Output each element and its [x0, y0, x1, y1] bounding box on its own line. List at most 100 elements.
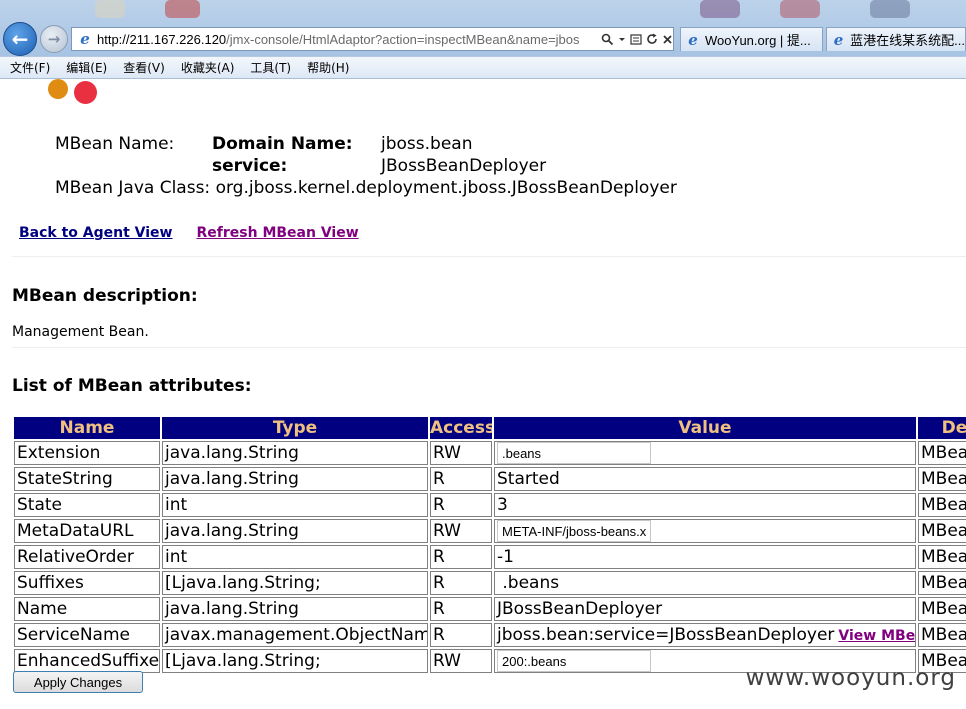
attr-type: java.lang.String [162, 597, 428, 621]
address-actions [601, 33, 673, 46]
forward-button[interactable]: → [40, 25, 68, 53]
domain-name-key: Domain Name: [212, 134, 353, 154]
back-to-agent-link[interactable]: Back to Agent View [19, 225, 173, 241]
menu-edit[interactable]: 编辑(E) [58, 59, 115, 76]
back-button[interactable]: ← [3, 22, 37, 56]
service-key: service: [212, 156, 288, 176]
attr-type: javax.management.ObjectName [162, 623, 428, 647]
table-row: Suffixes [Ljava.lang.String; R .beans MB… [14, 571, 966, 595]
dropdown-icon[interactable] [618, 33, 626, 46]
attr-type: java.lang.String [162, 467, 428, 491]
logo-orange-dot [48, 79, 68, 99]
attr-type: [Ljava.lang.String; [162, 571, 428, 595]
menu-view[interactable]: 查看(V) [115, 59, 173, 76]
java-class-row: MBean Java Class: org.jboss.kernel.deplo… [55, 177, 677, 199]
refresh-mbean-link[interactable]: Refresh MBean View [197, 225, 359, 241]
mbean-name-label: MBean Name: [55, 134, 175, 154]
table-row: StateString java.lang.String R Started M… [14, 467, 966, 491]
attr-access: R [430, 467, 492, 491]
col-header-access: Access [430, 417, 492, 439]
service-row: service: JBossBeanDeployer [55, 155, 677, 177]
table-header: Name Type Access Value De [14, 417, 966, 439]
background-blur [780, 0, 820, 18]
attr-name: RelativeOrder [14, 545, 160, 569]
attr-name: StateString [14, 467, 160, 491]
table-row: RelativeOrder int R -1 MBean [14, 545, 966, 569]
attr-type: int [162, 493, 428, 517]
metadata-url-input[interactable] [497, 520, 651, 542]
attr-name: Suffixes [14, 571, 160, 595]
attr-value-cell [494, 519, 916, 543]
browser-tab-wooyun[interactable]: e WooYun.org | 提... [680, 27, 823, 51]
attr-name: State [14, 493, 160, 517]
service-value: JBossBeanDeployer [381, 156, 547, 176]
attr-description: MBean [918, 571, 966, 595]
attr-value: .beans [494, 571, 916, 595]
compat-view-icon[interactable] [630, 33, 642, 46]
nav-links: Back to Agent View Refresh MBean View [19, 225, 359, 241]
attr-description: MBean [918, 623, 966, 647]
attr-description: MBean [918, 597, 966, 621]
address-bar[interactable]: e http://211.167.226.120/jmx-console/Htm… [71, 27, 674, 51]
attr-value: 3 [494, 493, 916, 517]
attr-access: RW [430, 649, 492, 673]
arrow-left-icon: ← [11, 27, 29, 51]
refresh-icon[interactable] [646, 33, 658, 46]
attr-name: EnhancedSuffixes [14, 649, 160, 673]
background-blur [165, 0, 200, 18]
attr-value: jboss.bean:service=JBossBeanDeployer [497, 625, 835, 645]
attr-description: MBean [918, 467, 966, 491]
url-text[interactable]: http://211.167.226.120/jmx-console/HtmlA… [97, 32, 599, 47]
attr-access: RW [430, 519, 492, 543]
attr-access: R [430, 545, 492, 569]
attr-value-cell: jboss.bean:service=JBossBeanDeployer View… [494, 623, 916, 647]
attr-access: RW [430, 441, 492, 465]
table-row: Extension java.lang.String RW MBean [14, 441, 966, 465]
attr-value: JBossBeanDeployer [494, 597, 916, 621]
enhanced-suffixes-input[interactable] [497, 650, 651, 672]
attr-type: int [162, 545, 428, 569]
divider [12, 347, 966, 348]
menu-favorites[interactable]: 收藏夹(A) [173, 59, 243, 76]
attr-description: MBean [918, 493, 966, 517]
description-text: Management Bean. [12, 324, 149, 340]
background-blur [95, 0, 125, 18]
attr-access: R [430, 493, 492, 517]
attr-description: MBean [918, 441, 966, 465]
menu-file[interactable]: 文件(F) [0, 59, 58, 76]
apply-changes-button[interactable]: Apply Changes [13, 671, 143, 693]
attr-name: Extension [14, 441, 160, 465]
menu-help[interactable]: 帮助(H) [299, 59, 357, 76]
table-row: ServiceName javax.management.ObjectName … [14, 623, 966, 647]
attr-type: java.lang.String [162, 441, 428, 465]
table-row: Name java.lang.String R JBossBeanDeploye… [14, 597, 966, 621]
table-row: State int R 3 MBean [14, 493, 966, 517]
view-mbean-link[interactable]: View MBean [838, 628, 915, 644]
attr-value: -1 [494, 545, 916, 569]
attributes-heading: List of MBean attributes: [12, 376, 252, 396]
col-header-description: De [918, 417, 966, 439]
attr-type: java.lang.String [162, 519, 428, 543]
ie-page-icon: e [80, 30, 90, 48]
menu-tools[interactable]: 工具(T) [242, 59, 299, 76]
attr-type: [Ljava.lang.String; [162, 649, 428, 673]
attr-value: Started [494, 467, 916, 491]
col-header-type: Type [162, 417, 428, 439]
stop-icon[interactable] [662, 33, 673, 46]
arrow-right-icon: → [47, 30, 61, 48]
attr-description: MBean [918, 545, 966, 569]
attr-description: MBean [918, 519, 966, 543]
domain-name-value: jboss.bean [381, 134, 473, 154]
attr-name: MetaDataURL [14, 519, 160, 543]
browser-tab-langang[interactable]: e 蓝港在线某系统配... [826, 27, 966, 51]
java-class-value: org.jboss.kernel.deployment.jboss.JBossB… [215, 178, 677, 198]
attr-access: R [430, 597, 492, 621]
menu-bar: 文件(F) 编辑(E) 查看(V) 收藏夹(A) 工具(T) 帮助(H) [0, 56, 966, 79]
tab-label: 蓝港在线某系统配... [850, 33, 965, 48]
mbean-info: MBean Name: Domain Name: jboss.bean serv… [55, 133, 677, 199]
search-icon[interactable] [601, 33, 614, 46]
extension-input[interactable] [497, 442, 651, 464]
ie-page-icon: e [688, 30, 698, 49]
col-header-name: Name [14, 417, 160, 439]
attr-name: Name [14, 597, 160, 621]
